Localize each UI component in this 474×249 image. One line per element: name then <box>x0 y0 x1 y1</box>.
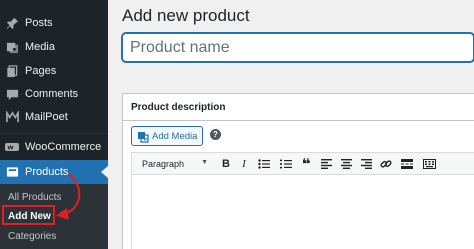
page-title: Add new product <box>122 6 250 25</box>
product-name-placeholder: Product name <box>130 38 230 56</box>
toolbar-toggle-icon[interactable] <box>421 156 437 172</box>
add-media-label: Add Media <box>152 130 198 142</box>
align-right-icon[interactable] <box>358 156 374 172</box>
bold-button[interactable]: B <box>218 156 234 172</box>
product-name-input[interactable]: Product name <box>122 33 474 62</box>
add-media-button[interactable]: Add Media <box>131 126 203 146</box>
add-media-icon <box>137 130 149 143</box>
italic-button[interactable]: I <box>236 156 252 172</box>
postbox-header: Product description <box>123 94 474 121</box>
align-left-icon[interactable] <box>318 156 334 172</box>
product-description-box: Product description Add Media ? Paragrap… <box>122 93 474 249</box>
format-select-value: Paragraph <box>142 159 185 169</box>
align-center-icon[interactable] <box>338 156 354 172</box>
format-select[interactable]: Paragraph ▼ <box>137 156 210 172</box>
link-icon[interactable] <box>378 156 394 172</box>
bullet-list-icon[interactable] <box>256 156 272 172</box>
annotation-arrow-icon <box>56 173 81 220</box>
chevron-down-icon: ▼ <box>201 159 208 166</box>
postbox-title: Product description <box>131 102 226 113</box>
help-icon[interactable]: ? <box>210 129 221 140</box>
description-editor[interactable]: Paragraph ▼ B I ❝ <box>131 152 474 249</box>
blockquote-icon[interactable]: ❝ <box>298 156 314 173</box>
numbered-list-icon[interactable] <box>278 156 294 172</box>
read-more-icon[interactable] <box>399 156 415 172</box>
editor-toolbar: Paragraph ▼ B I ❝ <box>132 153 474 175</box>
main-content: Add new product Product name Product des… <box>108 0 474 249</box>
